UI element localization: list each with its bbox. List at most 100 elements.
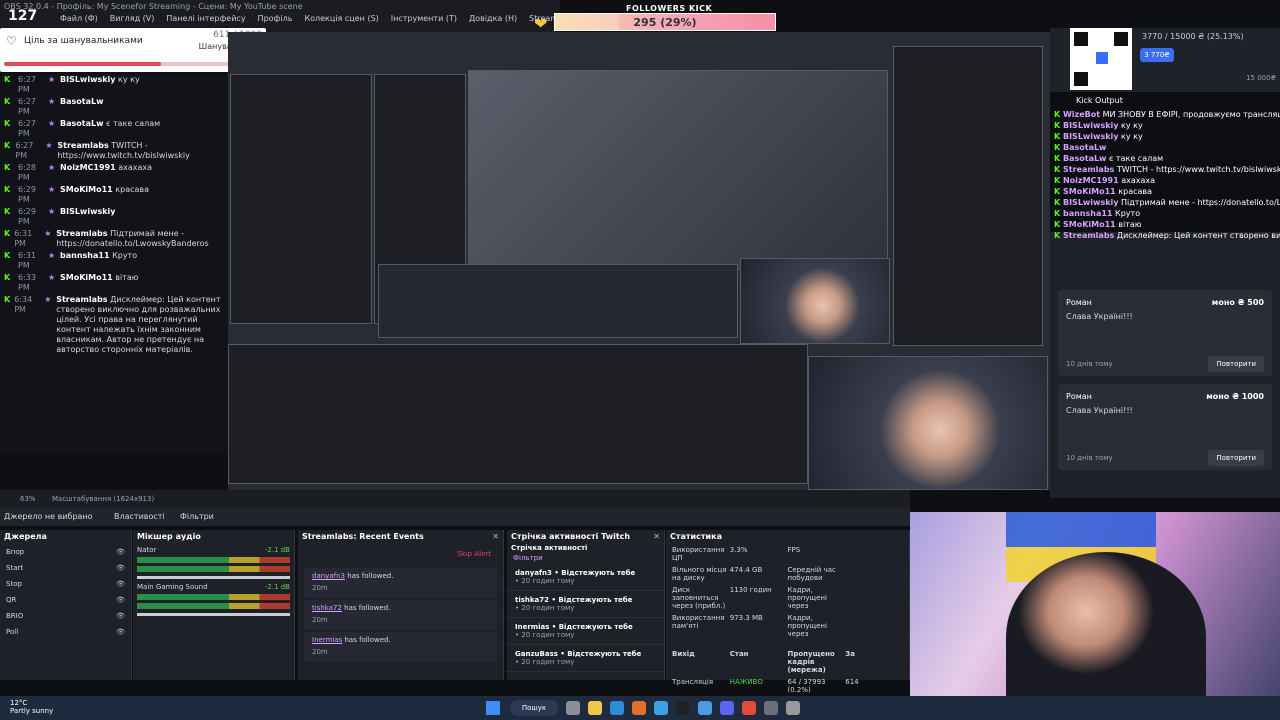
follower-goal-widget: ♡ Ціль за шанувальниками 611 / 1000 Шану… bbox=[0, 28, 266, 72]
stats-header-cell: Вихід bbox=[672, 650, 695, 658]
activity-user: Inermias • Відстежують тебе bbox=[515, 623, 633, 631]
menu-profile[interactable]: Профіль bbox=[258, 14, 293, 23]
source-item[interactable]: Start 👁 bbox=[0, 560, 131, 576]
sources-dock: Джерела Бпор 👁 Start 👁 Stop 👁 QR 👁 BRIO 👁 Poll 👁 bbox=[0, 530, 132, 680]
menu-scene-collection[interactable]: Колекція сцен (S) bbox=[304, 14, 378, 23]
kick-user: BasotaLw bbox=[1062, 154, 1107, 163]
kick-icon: K bbox=[4, 119, 11, 128]
visibility-icon[interactable]: 👁 bbox=[116, 596, 125, 604]
visibility-icon[interactable]: 👁 bbox=[116, 612, 125, 620]
donation-ago: 10 днів тому bbox=[1066, 454, 1113, 462]
kick-user: NoizMC1991 bbox=[1062, 176, 1119, 185]
badge-icon: ★ bbox=[48, 163, 56, 172]
kick-icon: K bbox=[4, 273, 11, 282]
chrome-icon[interactable] bbox=[742, 701, 756, 715]
taskbar-search[interactable]: Пошук bbox=[510, 700, 558, 716]
app-icon[interactable] bbox=[698, 701, 712, 715]
kick-progress-track: 295 (29%) bbox=[554, 13, 776, 31]
skip-alert-button[interactable]: Skip Alert bbox=[298, 544, 503, 566]
source-item[interactable]: Бпор 👁 bbox=[0, 544, 131, 560]
chat-time: 6:29 PM bbox=[18, 207, 36, 226]
stats-cell bbox=[845, 546, 903, 562]
repeat-button[interactable]: Повторити bbox=[1208, 356, 1264, 372]
kick-user: BISLwiwskiy bbox=[1062, 198, 1119, 207]
scene-preview[interactable] bbox=[228, 32, 1050, 490]
obs-icon[interactable] bbox=[676, 701, 690, 715]
donation-name: Роман bbox=[1066, 298, 1092, 307]
visibility-icon[interactable]: 👁 bbox=[116, 580, 125, 588]
chat-time: 6:27 PM bbox=[15, 141, 34, 160]
volume-slider[interactable] bbox=[137, 576, 290, 579]
menu-help[interactable]: Довідка (H) bbox=[469, 14, 517, 23]
stats-list: Використання ЦП 3.3% FPS Вільного місця на … bbox=[666, 544, 909, 716]
stats-table-header: Вихід Стан Пропущено кадрів (мережа) За bbox=[666, 648, 909, 676]
source-name: Stop bbox=[6, 580, 22, 588]
source-item[interactable]: Poll 👁 bbox=[0, 624, 131, 640]
activity-filter[interactable]: Фільтри bbox=[507, 552, 664, 564]
menu-items: Файл (Ф) Вигляд (V) Панелі інтерфейсу Пр… bbox=[60, 14, 574, 23]
app-icon[interactable] bbox=[786, 701, 800, 715]
zoom-level[interactable]: 63% bbox=[20, 495, 36, 503]
nested-obs-preview bbox=[468, 70, 888, 270]
stats-cell: 1130 годин bbox=[729, 586, 772, 594]
edge-icon[interactable] bbox=[610, 701, 624, 715]
goal-progress-track bbox=[4, 62, 262, 66]
kick-icon: K bbox=[4, 75, 11, 84]
window-title: OBS 32.0.4 - Профіль: My Scenefor Stream… bbox=[4, 2, 303, 11]
activity-title: Стрічка активності Twitch bbox=[511, 532, 631, 541]
firefox-icon[interactable] bbox=[632, 701, 646, 715]
kick-text: ку ку bbox=[1121, 132, 1143, 141]
visibility-icon[interactable]: 👁 bbox=[116, 548, 125, 556]
telegram-icon[interactable] bbox=[654, 701, 668, 715]
kick-output-line: K Streamlabs Дисклеймер: Цей контент ств… bbox=[1054, 230, 1280, 241]
file-explorer-icon[interactable] bbox=[588, 701, 602, 715]
close-icon[interactable]: ✕ bbox=[492, 532, 499, 541]
left-chat-panel: K 6:27 PM ★ BISLwiwskiy ку ку K 6:27 PM ★ Basot… bbox=[0, 74, 228, 454]
source-item[interactable]: Stop 👁 bbox=[0, 576, 131, 592]
task-view-icon[interactable] bbox=[566, 701, 580, 715]
chat-time: 6:31 PM bbox=[18, 251, 36, 270]
weather-widget[interactable]: 12°C Partly sunny bbox=[10, 699, 53, 715]
stats-header-cell: Стан bbox=[729, 650, 749, 658]
close-icon[interactable]: ✕ bbox=[653, 532, 660, 541]
source-item[interactable]: BRIO 👁 bbox=[0, 608, 131, 624]
event-user[interactable]: Inermias bbox=[312, 636, 342, 644]
kick-icon: K bbox=[4, 207, 11, 216]
donation-text: Слава Україні!!! bbox=[1066, 406, 1133, 415]
mixer-channel-name: Main Gaming Sound bbox=[137, 583, 208, 591]
event-text: has followed. bbox=[344, 636, 391, 644]
windows-taskbar: 12°C Partly sunny Пошук bbox=[0, 696, 1280, 720]
windows-start-icon[interactable] bbox=[486, 701, 500, 715]
menu-file[interactable]: Файл (Ф) bbox=[60, 14, 98, 23]
kick-output-line: K BasotaLw bbox=[1054, 142, 1276, 153]
kick-output-panel: Kick Output K WizeBot МИ ЗНОВУ В ЕФІРІ, … bbox=[1050, 92, 1280, 240]
event-user[interactable]: tishka72 bbox=[312, 604, 342, 612]
chat-user: SMoKiMo11 bbox=[60, 185, 113, 194]
discord-icon[interactable] bbox=[720, 701, 734, 715]
stats-cell: НАЖИВО bbox=[729, 678, 763, 686]
filters-button[interactable]: Фільтри bbox=[180, 512, 214, 521]
nested-docks bbox=[378, 264, 738, 338]
chat-time: 6:27 PM bbox=[18, 119, 36, 138]
chat-message: K 6:29 PM ★ SMoKiMo11 красава bbox=[0, 184, 228, 206]
source-context-bar: Джерело не вибрано Властивості Фільтри bbox=[0, 508, 910, 526]
visibility-icon[interactable]: 👁 bbox=[116, 628, 125, 636]
settings-icon[interactable] bbox=[764, 701, 778, 715]
kick-icon: K bbox=[4, 97, 11, 106]
kick-user: SMoKiMo11 bbox=[1062, 187, 1116, 196]
scale-label[interactable]: Масштабування (1624x913) bbox=[52, 495, 154, 503]
activity-item: danyafn3 • Відстежують тебе • 20 годин то… bbox=[507, 564, 664, 591]
properties-button[interactable]: Властивості bbox=[114, 512, 165, 521]
menu-docks[interactable]: Панелі інтерфейсу bbox=[166, 14, 245, 23]
source-item[interactable]: QR 👁 bbox=[0, 592, 131, 608]
event-user[interactable]: danyafn3 bbox=[312, 572, 345, 580]
chat-time: 6:33 PM bbox=[18, 273, 36, 292]
repeat-button[interactable]: Повторити bbox=[1208, 450, 1264, 466]
menu-view[interactable]: Вигляд (V) bbox=[110, 14, 155, 23]
volume-slider[interactable] bbox=[137, 613, 290, 616]
stats-cell bbox=[845, 586, 903, 610]
activity-subtitle: Стрічка активності bbox=[511, 544, 588, 552]
menu-tools[interactable]: Інструменти (T) bbox=[391, 14, 457, 23]
visibility-icon[interactable]: 👁 bbox=[116, 564, 125, 572]
kick-output-line: K BISLwiwskiy Підтримай мене - https://d… bbox=[1054, 197, 1280, 208]
